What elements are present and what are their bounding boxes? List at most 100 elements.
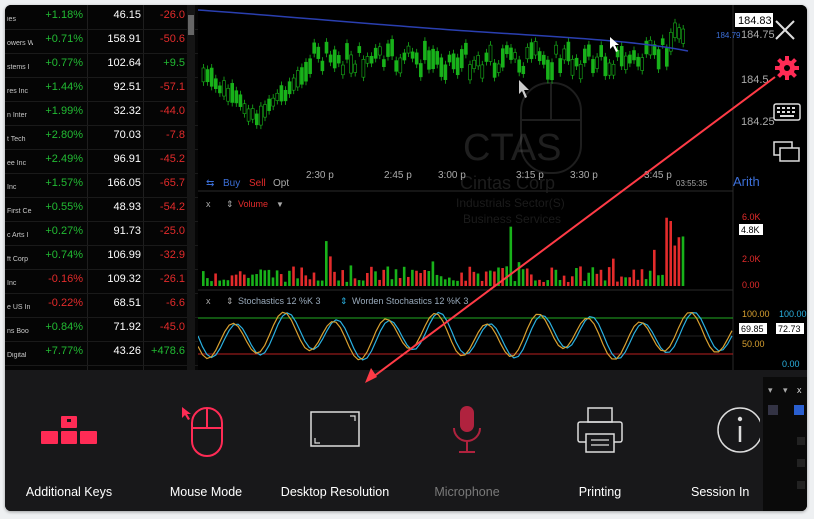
current-price-label: 184.83 (738, 15, 772, 27)
watchlist-net: -50.6 (159, 33, 185, 45)
time-label: 3:00 p (438, 170, 466, 181)
candle (201, 67, 206, 83)
watchlist-row[interactable]: Inc +1.57% 166.05 -65.7 (5, 173, 200, 198)
candle (316, 46, 321, 59)
watchlist-row[interactable]: n Inter +1.99% 32.32 -44.0 (5, 101, 200, 126)
volume-bar (607, 267, 611, 286)
price-chart[interactable]: CTAS Cintas Corp Industrials Sector(S) B… (197, 5, 807, 370)
candle (222, 80, 226, 97)
close-stochastics-icon[interactable]: x (206, 296, 211, 306)
sector-watermark: Industrials Sector(S) (456, 196, 565, 210)
volume-title[interactable]: Volume (238, 199, 268, 209)
candle (382, 59, 386, 68)
volume-dropdown-icon[interactable]: ▼ (276, 200, 284, 209)
watchlist-last: 46.15 (113, 9, 141, 21)
watchlist-change: +7.77% (45, 345, 83, 357)
candle (234, 90, 239, 104)
sell-button[interactable]: Sell (249, 178, 266, 189)
watchlist-net: -65.7 (159, 177, 185, 189)
volume-bar (386, 266, 390, 286)
watchlist-row[interactable]: ns Boo +0.84% 71.92 -45.0 (5, 317, 200, 342)
additional-keys-button[interactable]: Additional Keys (6, 370, 132, 511)
close-volume-icon[interactable]: x (206, 199, 211, 209)
session-sidebar (768, 50, 806, 170)
candle (574, 57, 579, 67)
buy-button[interactable]: Buy (223, 178, 240, 189)
volume-bar (325, 241, 328, 286)
watchlist-change: +2.49% (45, 153, 83, 165)
candle (267, 98, 271, 111)
candle (521, 65, 526, 75)
volume-bar (407, 276, 410, 286)
volume-bar (673, 245, 677, 286)
candle (578, 63, 583, 80)
microphone-button[interactable]: Microphone (404, 370, 530, 511)
volume-bar (665, 217, 668, 286)
watchlist-row[interactable]: owers W +0.71% 158.91 -50.6 (5, 29, 200, 54)
volume-bar (521, 269, 525, 286)
candle (353, 63, 357, 73)
watchlist-net: -32.9 (159, 249, 185, 261)
candle (476, 55, 481, 67)
watchlist-net: +478.6 (151, 345, 185, 357)
candle (550, 62, 554, 81)
candle (484, 52, 489, 62)
watchlist-net: -26.0 (159, 9, 185, 21)
svg-text:184.5: 184.5 (741, 74, 769, 86)
svg-text:⇕: ⇕ (340, 296, 348, 306)
settings-button[interactable] (768, 50, 806, 86)
watchlist-row[interactable]: c Arts I +0.27% 91.73 -25.0 (5, 221, 200, 246)
volume-bar (513, 281, 517, 286)
close-icon (775, 20, 795, 40)
watchlist-row[interactable]: stems I +0.77% 102.64 +9.5 (5, 53, 200, 78)
candle (320, 60, 325, 72)
close-session-button[interactable] (770, 15, 800, 45)
watchlist-row[interactable]: Digital +7.77% 43.26 +478.6 (5, 341, 200, 366)
volume-bar (669, 221, 672, 286)
candle (533, 41, 538, 56)
worden-stochastics-title[interactable]: Worden Stochastics 12 %K 3 (352, 296, 468, 306)
volume-bar (234, 274, 238, 286)
candle (623, 55, 628, 70)
volume-bar (595, 273, 599, 286)
keyboard-button[interactable] (768, 94, 806, 130)
desktop-resolution-button[interactable]: Desktop Resolution (272, 370, 398, 511)
display-button[interactable] (768, 134, 806, 170)
watchlist-row[interactable]: e US In -0.22% 68.51 -6.6 (5, 293, 200, 318)
watchlist-symbol-name: e US In (7, 304, 31, 311)
watchlist-row[interactable]: res Inc +1.44% 92.51 -57.1 (5, 77, 200, 102)
printing-button[interactable]: Printing (537, 370, 663, 511)
volume-bar (427, 271, 431, 286)
watchlist-row[interactable]: t Tech +2.80% 70.03 -7.8 (5, 125, 200, 150)
candle (439, 57, 444, 77)
svg-text:0.00: 0.00 (742, 280, 760, 290)
volume-bar (415, 270, 418, 286)
svg-text:6.0K: 6.0K (742, 212, 761, 222)
volume-bar (591, 267, 595, 286)
candle (291, 77, 296, 91)
candle (496, 63, 501, 73)
watchlist-row[interactable]: ee Inc +2.49% 96.91 -45.2 (5, 149, 200, 174)
candle (435, 51, 439, 65)
candle (673, 22, 677, 38)
watchlist-net: -25.0 (159, 225, 185, 237)
watchlist-row[interactable]: ies +1.18% 46.15 -26.0 (5, 5, 200, 30)
watchlist-symbol-name: c Arts I (7, 232, 29, 239)
candle (410, 51, 415, 59)
scale-mode-button[interactable]: Arith (733, 174, 760, 189)
candle (591, 59, 595, 74)
stochastics-title[interactable]: Stochastics 12 %K 3 (238, 296, 321, 306)
time-label: 3:15 p (516, 170, 544, 181)
symbol-watermark: CTAS (463, 127, 562, 169)
watchlist-symbol-name: ies (7, 16, 16, 23)
watchlist-scrollbar[interactable] (187, 5, 195, 370)
volume-bar (628, 277, 631, 286)
watchlist-row[interactable]: ft Corp +0.74% 106.99 -32.9 (5, 245, 200, 270)
volume-bar (402, 266, 406, 286)
watchlist-row[interactable]: Inc -0.16% 109.32 -26.1 (5, 269, 200, 294)
watchlist-row[interactable]: First Ce +0.55% 48.93 -54.2 (5, 197, 200, 222)
mouse-mode-button[interactable]: Mouse Mode (143, 370, 269, 511)
volume-bar (206, 278, 209, 286)
option-button[interactable]: Opt (273, 178, 289, 189)
volume-bar (620, 276, 623, 286)
